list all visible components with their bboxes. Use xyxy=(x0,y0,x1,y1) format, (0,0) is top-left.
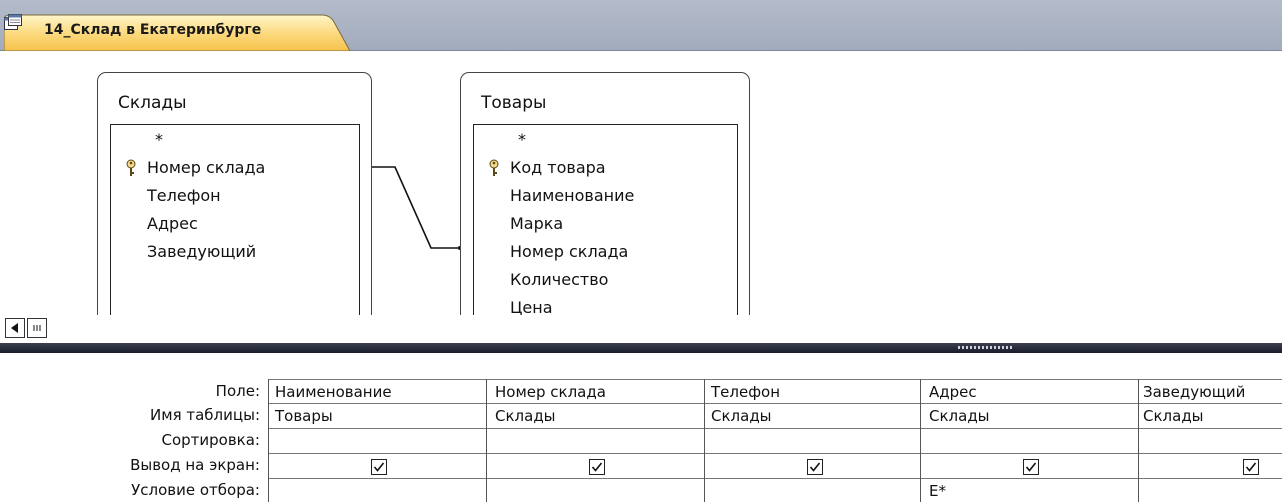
field-list-item[interactable]: * xyxy=(518,130,526,149)
show-checkbox[interactable] xyxy=(807,459,823,475)
row-label-sort: Сортировка: xyxy=(161,431,260,449)
cell-field[interactable]: Заведующий xyxy=(1143,383,1245,401)
field-list-item[interactable]: Номер склада xyxy=(126,158,266,177)
field-list-item[interactable]: * xyxy=(155,130,163,149)
field-name: Номер склада xyxy=(147,158,266,177)
scroll-thumb-icon xyxy=(33,325,41,331)
primary-key-icon xyxy=(489,159,499,176)
row-label-criteria: Условие отбора: xyxy=(131,481,260,499)
primary-key-icon xyxy=(126,159,136,176)
cell-table[interactable]: Товары xyxy=(275,407,333,425)
checkmark-icon xyxy=(1025,462,1037,472)
checkmark-icon xyxy=(591,462,603,472)
row-label-table: Имя таблицы: xyxy=(150,406,260,424)
cell-table[interactable]: Склады xyxy=(929,407,990,425)
table-title: Товары xyxy=(481,93,547,113)
show-checkbox[interactable] xyxy=(371,459,387,475)
scroll-thumb[interactable] xyxy=(27,318,47,338)
field-list-item[interactable]: Телефон xyxy=(147,186,221,205)
row-label-show: Вывод на экран: xyxy=(130,456,260,474)
query-icon xyxy=(4,14,22,30)
checkmark-icon xyxy=(809,462,821,472)
cell-field[interactable]: Номер склада xyxy=(495,383,606,401)
grid-column[interactable]: Номер склада Склады xyxy=(486,379,705,502)
cell-table[interactable]: Склады xyxy=(1143,407,1204,425)
document-tab-strip: 14_Склад в Екатеринбурге xyxy=(0,0,1282,51)
scroll-left-button[interactable] xyxy=(5,318,25,338)
arrow-left-icon xyxy=(11,323,18,333)
query-grid: Поле: Имя таблицы: Сортировка: Вывод на … xyxy=(0,353,1282,502)
cell-table[interactable]: Склады xyxy=(495,407,556,425)
table-box-tovary[interactable]: Товары * Код товара Наименование Марка Н… xyxy=(460,72,750,315)
cell-criteria[interactable]: Е* xyxy=(929,482,946,500)
cell-field[interactable]: Наименование xyxy=(275,383,392,401)
cell-table[interactable]: Склады xyxy=(711,407,772,425)
field-list-item[interactable]: Адрес xyxy=(147,214,198,233)
show-checkbox[interactable] xyxy=(589,459,605,475)
field-list-item[interactable]: Цена xyxy=(510,298,553,315)
field-name: Код товара xyxy=(510,158,606,177)
field-list[interactable]: * Номер склада Телефон Адрес Заведующий xyxy=(110,124,360,315)
grid-column[interactable]: Наименование Товары xyxy=(268,379,487,502)
table-title: Склады xyxy=(118,93,187,113)
table-box-sklady[interactable]: Склады * Номер склада Телефон Адрес Заве… xyxy=(97,72,372,315)
show-checkbox[interactable] xyxy=(1023,459,1039,475)
checkmark-icon xyxy=(1245,462,1257,472)
checkmark-icon xyxy=(373,462,385,472)
cell-field[interactable]: Адрес xyxy=(929,383,977,401)
show-checkbox[interactable] xyxy=(1243,459,1259,475)
tab-title: 14_Склад в Екатеринбурге xyxy=(44,22,262,38)
grid-column[interactable]: Телефон Склады xyxy=(704,379,921,502)
splitter-grip[interactable] xyxy=(958,346,1014,349)
field-list-item[interactable]: Номер склада xyxy=(510,242,628,261)
field-list-item[interactable]: Марка xyxy=(510,214,563,233)
query-design-area: Склады * Номер склада Телефон Адрес Заве… xyxy=(0,51,1282,315)
field-list[interactable]: * Код товара Наименование Марка Номер ск… xyxy=(473,124,738,315)
grid-column[interactable]: Адрес Склады Е* xyxy=(920,379,1139,502)
document-tab[interactable]: 14_Склад в Екатеринбурге xyxy=(4,14,350,51)
field-list-item[interactable]: Заведующий xyxy=(147,242,256,261)
row-label-field: Поле: xyxy=(215,382,260,400)
field-list-item[interactable]: Наименование xyxy=(510,186,634,205)
grid-column[interactable]: Заведующий Склады xyxy=(1138,379,1282,502)
field-list-item[interactable]: Код товара xyxy=(489,158,606,177)
field-list-item[interactable]: Количество xyxy=(510,270,608,289)
cell-field[interactable]: Телефон xyxy=(711,383,780,401)
pane-splitter[interactable] xyxy=(0,343,1282,353)
